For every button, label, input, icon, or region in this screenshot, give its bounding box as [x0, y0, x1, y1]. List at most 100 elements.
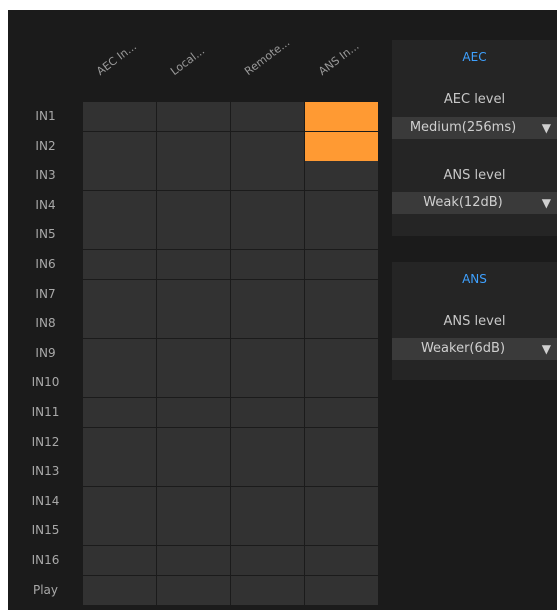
- matrix-cell[interactable]: [83, 516, 157, 547]
- row-label: IN9: [35, 345, 56, 360]
- matrix-cell[interactable]: [157, 190, 231, 221]
- row-label: IN4: [35, 197, 56, 212]
- matrix-cell[interactable]: [83, 190, 157, 221]
- matrix-cell[interactable]: [305, 279, 379, 310]
- matrix-cell[interactable]: [305, 250, 379, 280]
- matrix-cell[interactable]: [83, 279, 157, 310]
- matrix-cell[interactable]: [157, 427, 231, 458]
- column-header: ANS In...: [316, 39, 362, 79]
- ans-panel-level-select[interactable]: Weaker(6dB) ▼: [392, 338, 557, 360]
- row-label: IN5: [35, 227, 56, 242]
- matrix-cell[interactable]: [157, 457, 231, 488]
- matrix-cell[interactable]: [83, 102, 157, 132]
- matrix-cell[interactable]: [157, 546, 231, 576]
- matrix-cell[interactable]: [157, 220, 231, 251]
- matrix-cell[interactable]: [305, 457, 379, 488]
- matrix-cell[interactable]: [231, 398, 305, 428]
- ans-panel-title: ANS: [462, 272, 487, 286]
- matrix-cell[interactable]: [231, 457, 305, 488]
- row-label: IN1: [35, 109, 56, 123]
- routing-matrix-window: AEC In... Local... Remote... ANS In... IN1 I…: [8, 10, 557, 610]
- matrix-cell[interactable]: [231, 161, 305, 192]
- ans-level-select[interactable]: Weak(12dB) ▼: [392, 192, 557, 214]
- matrix-cell[interactable]: [305, 575, 379, 606]
- matrix-cell[interactable]: [157, 309, 231, 340]
- matrix-cell[interactable]: [157, 486, 231, 517]
- matrix-cell[interactable]: [231, 368, 305, 399]
- matrix-cell[interactable]: [305, 102, 379, 132]
- ans-panel-level-value: Weaker(6dB): [420, 341, 506, 356]
- row-label: IN6: [35, 257, 56, 271]
- matrix-cell[interactable]: [83, 338, 157, 369]
- matrix-cell[interactable]: [305, 546, 379, 576]
- row-label: Play: [32, 582, 59, 597]
- matrix-cell[interactable]: [231, 131, 305, 162]
- matrix-cell[interactable]: [157, 102, 231, 132]
- matrix-cell[interactable]: [305, 220, 379, 251]
- matrix-cell[interactable]: [305, 161, 379, 192]
- matrix-cell[interactable]: [157, 250, 231, 280]
- matrix-cell[interactable]: [305, 486, 379, 517]
- matrix-cell[interactable]: [231, 427, 305, 458]
- aec-panel: AEC AEC level Medium(256ms) ▼ ANS level …: [392, 40, 557, 236]
- row-label: IN16: [31, 553, 60, 567]
- matrix-cell[interactable]: [231, 338, 305, 369]
- ans-panel-level-label: ANS level: [443, 314, 506, 329]
- matrix-cell[interactable]: [231, 190, 305, 221]
- matrix-cell[interactable]: [157, 516, 231, 547]
- ans-level-label: ANS level: [443, 168, 506, 183]
- matrix-cell[interactable]: [157, 338, 231, 369]
- matrix-cell[interactable]: [305, 131, 379, 162]
- matrix-cell[interactable]: [83, 398, 157, 428]
- column-header: Remote...: [242, 35, 293, 79]
- ans-level-value: Weak(12dB): [423, 195, 503, 210]
- matrix-cell[interactable]: [231, 546, 305, 576]
- matrix-cell[interactable]: [231, 102, 305, 132]
- matrix-cell[interactable]: [305, 190, 379, 221]
- matrix-cell[interactable]: [83, 161, 157, 192]
- matrix-cell[interactable]: [83, 546, 157, 576]
- matrix-cell[interactable]: [157, 575, 231, 606]
- matrix-cell[interactable]: [231, 279, 305, 310]
- matrix-cell[interactable]: [83, 427, 157, 458]
- matrix-cell[interactable]: [305, 398, 379, 428]
- row-label: IN12: [31, 434, 60, 449]
- row-label: IN11: [31, 405, 60, 419]
- matrix-cell[interactable]: [231, 486, 305, 517]
- matrix-cell[interactable]: [305, 368, 379, 399]
- aec-panel-title: AEC: [462, 50, 487, 64]
- row-label: IN13: [31, 464, 60, 479]
- matrix-cell[interactable]: [157, 131, 231, 162]
- matrix-cell[interactable]: [231, 220, 305, 251]
- matrix-cell[interactable]: [305, 309, 379, 340]
- column-header: AEC In...: [94, 39, 140, 79]
- chevron-down-icon: ▼: [541, 196, 551, 210]
- row-label: IN10: [31, 375, 60, 390]
- matrix-cell[interactable]: [157, 368, 231, 399]
- matrix-cell[interactable]: [305, 427, 379, 458]
- matrix-cell[interactable]: [83, 131, 157, 162]
- aec-level-select[interactable]: Medium(256ms) ▼: [392, 117, 557, 139]
- row-label: IN3: [35, 168, 56, 183]
- row-label: IN8: [35, 316, 56, 331]
- matrix-cell[interactable]: [83, 457, 157, 488]
- chevron-down-icon: ▼: [541, 342, 551, 356]
- matrix-cell[interactable]: [83, 309, 157, 340]
- matrix-cell[interactable]: [157, 161, 231, 192]
- matrix-cell[interactable]: [83, 220, 157, 251]
- matrix-cell[interactable]: [83, 575, 157, 606]
- matrix-cell[interactable]: [83, 486, 157, 517]
- matrix-cell[interactable]: [231, 250, 305, 280]
- matrix-cell[interactable]: [231, 309, 305, 340]
- row-label: IN15: [31, 523, 60, 538]
- matrix-cell[interactable]: [305, 516, 379, 547]
- matrix-cell[interactable]: [231, 516, 305, 547]
- matrix-cell[interactable]: [83, 368, 157, 399]
- matrix-cell[interactable]: [83, 250, 157, 280]
- matrix-cell[interactable]: [157, 398, 231, 428]
- matrix-cell[interactable]: [231, 575, 305, 606]
- ans-panel: ANS ANS level Weaker(6dB) ▼: [392, 262, 557, 380]
- aec-level-label: AEC level: [443, 92, 506, 107]
- matrix-cell[interactable]: [305, 338, 379, 369]
- matrix-cell[interactable]: [157, 279, 231, 310]
